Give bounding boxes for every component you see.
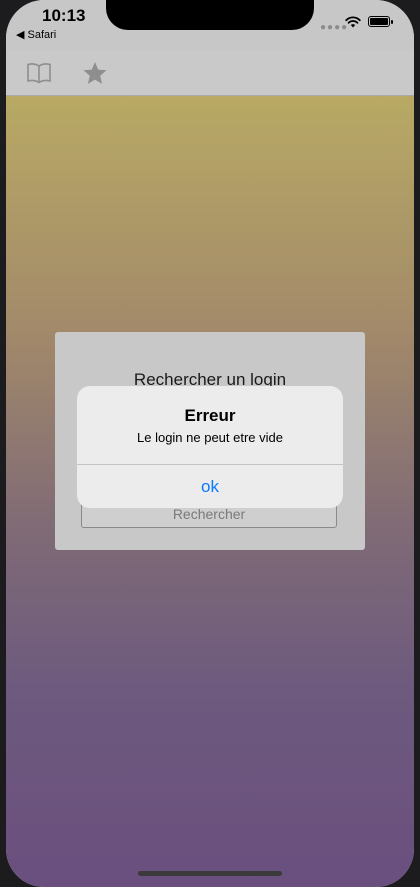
safari-toolbar bbox=[6, 50, 414, 96]
error-alert-dialog: Erreur Le login ne peut etre vide ok bbox=[77, 386, 343, 508]
ok-button[interactable]: ok bbox=[77, 465, 343, 508]
alert-title: Erreur bbox=[184, 406, 236, 425]
status-bar: 10:13 ◀ Safari ●●●● bbox=[6, 0, 414, 50]
status-time: 10:13 bbox=[42, 6, 86, 25]
book-icon[interactable] bbox=[26, 62, 52, 89]
battery-icon bbox=[368, 16, 393, 27]
alert-message: Le login ne peut etre vide bbox=[137, 430, 283, 445]
wifi-icon bbox=[345, 15, 361, 33]
home-indicator[interactable] bbox=[138, 871, 282, 876]
device-screen: 10:13 ◀ Safari ●●●● Rechercher un login … bbox=[6, 0, 414, 887]
back-to-safari-link[interactable]: ◀ Safari bbox=[16, 28, 56, 41]
cellular-signal-icon: ●●●● bbox=[320, 22, 349, 33]
star-icon[interactable] bbox=[82, 61, 108, 90]
notch bbox=[106, 0, 314, 30]
